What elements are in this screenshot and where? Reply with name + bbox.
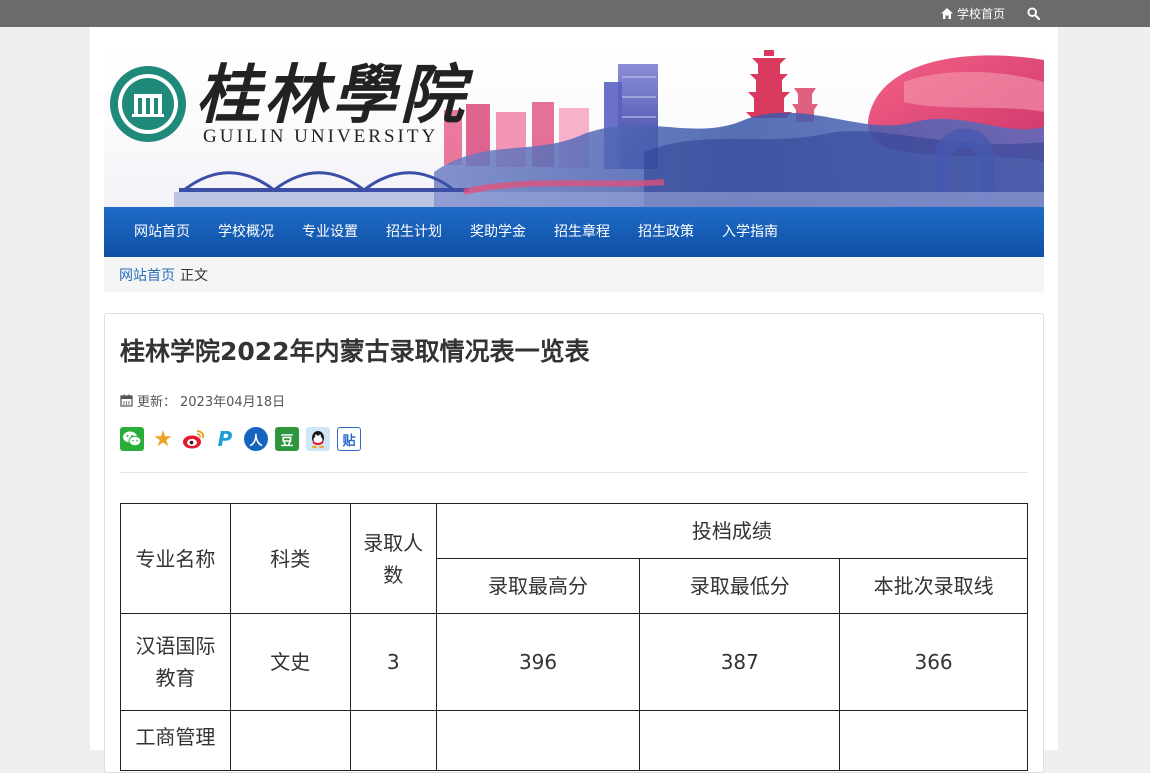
weibo-share-button[interactable] [182, 427, 206, 451]
douban-share-button[interactable]: 豆 [275, 427, 299, 451]
pengyou-icon: P [217, 427, 233, 451]
cell-category: 文史 [229, 613, 351, 711]
cell-max-score [435, 710, 641, 771]
header-major: 专业名称 [120, 503, 231, 614]
tieba-icon: 贴 [342, 433, 356, 449]
article-meta: 更新： 2023年04月18日 [120, 391, 285, 410]
wechat-share-button[interactable] [120, 427, 144, 451]
nav-item-overview[interactable]: 学校概况 [204, 207, 288, 257]
share-bar: ★ P 人 豆 贴 [120, 426, 361, 452]
nav-item-guide[interactable]: 入学指南 [708, 207, 792, 257]
nav-item-plan[interactable]: 招生计划 [372, 207, 456, 257]
douban-icon: 豆 [280, 433, 294, 449]
main-nav: 网站首页 学校概况 专业设置 招生计划 奖助学金 招生章程 招生政策 入学指南 [104, 207, 1044, 257]
header-banner: 桂林學院 GUILIN UNIVERSITY [104, 42, 1044, 207]
cell-category [229, 710, 351, 771]
content-divider [120, 472, 1028, 473]
breadcrumb-current: 正文 [180, 267, 208, 284]
admission-score-table: 专业名称 科类 录取人数 投档成绩 录取最高分 录取最低分 本批次录取线 汉语国… [120, 503, 1029, 771]
header-min-score: 录取最低分 [639, 558, 841, 614]
home-icon [941, 8, 953, 19]
cell-count [349, 710, 437, 771]
cell-min-score: 387 [639, 613, 841, 711]
header-score-group: 投档成绩 [435, 503, 1029, 559]
search-button[interactable] [1024, 0, 1042, 27]
favorite-share-button[interactable]: ★ [151, 426, 175, 452]
renren-share-button[interactable]: 人 [244, 427, 268, 451]
university-seal-logo [110, 66, 186, 142]
nav-item-majors[interactable]: 专业设置 [288, 207, 372, 257]
cell-batch-line: 366 [839, 613, 1028, 711]
university-name-en: GUILIN UNIVERSITY [203, 126, 439, 147]
school-home-label: 学校首页 [957, 7, 1006, 21]
nav-item-home[interactable]: 网站首页 [120, 207, 204, 257]
header-count: 录取人数 [349, 503, 437, 614]
calendar-icon [120, 394, 133, 407]
header-max-score: 录取最高分 [435, 558, 641, 614]
table-row: 汉语国际教育 文史 3 396 387 366 [120, 613, 1028, 711]
page-title: 桂林学院2022年内蒙古录取情况表一览表 [120, 337, 590, 366]
cell-major: 汉语国际教育 [120, 613, 231, 711]
nav-item-charter[interactable]: 招生章程 [540, 207, 624, 257]
cell-batch-line [839, 710, 1028, 771]
tieba-share-button[interactable]: 贴 [337, 427, 361, 451]
table-row: 工商管理 [120, 710, 1028, 771]
cell-max-score: 396 [435, 613, 641, 711]
qq-icon [312, 431, 324, 449]
nav-item-scholarship[interactable]: 奖助学金 [456, 207, 540, 257]
weibo-icon [183, 430, 205, 449]
wechat-icon [123, 431, 142, 447]
header-category: 科类 [229, 503, 351, 614]
qq-share-button[interactable] [306, 427, 330, 451]
header-batch-line: 本批次录取线 [839, 558, 1028, 614]
page-container: 桂林學院 GUILIN UNIVERSITY 网站首页 学校概况 专业设置 招生… [90, 27, 1058, 773]
breadcrumb-home-link[interactable]: 网站首页 [119, 265, 175, 285]
table-header-row: 专业名称 科类 录取人数 投档成绩 [120, 503, 1029, 614]
cell-count: 3 [349, 613, 437, 711]
updated-label: 更新： [137, 395, 177, 410]
search-icon [1026, 7, 1040, 20]
article-panel: 桂林学院2022年内蒙古录取情况表一览表 更新： 2023年04月18日 ★ P… [104, 313, 1044, 773]
school-home-link[interactable]: 学校首页 [940, 0, 1005, 27]
nav-item-policy[interactable]: 招生政策 [624, 207, 708, 257]
university-name-cn: 桂林學院 [196, 58, 468, 133]
updated-date: 2023年04月18日 [180, 395, 286, 410]
top-bar: 学校首页 [0, 0, 1150, 27]
favorite-star-icon: ★ [153, 426, 173, 452]
pengyou-share-button[interactable]: P [213, 427, 237, 451]
cell-min-score [639, 710, 841, 771]
renren-icon: 人 [249, 433, 263, 449]
cell-major: 工商管理 [120, 710, 231, 771]
breadcrumb: 网站首页 正文 [104, 257, 1044, 292]
